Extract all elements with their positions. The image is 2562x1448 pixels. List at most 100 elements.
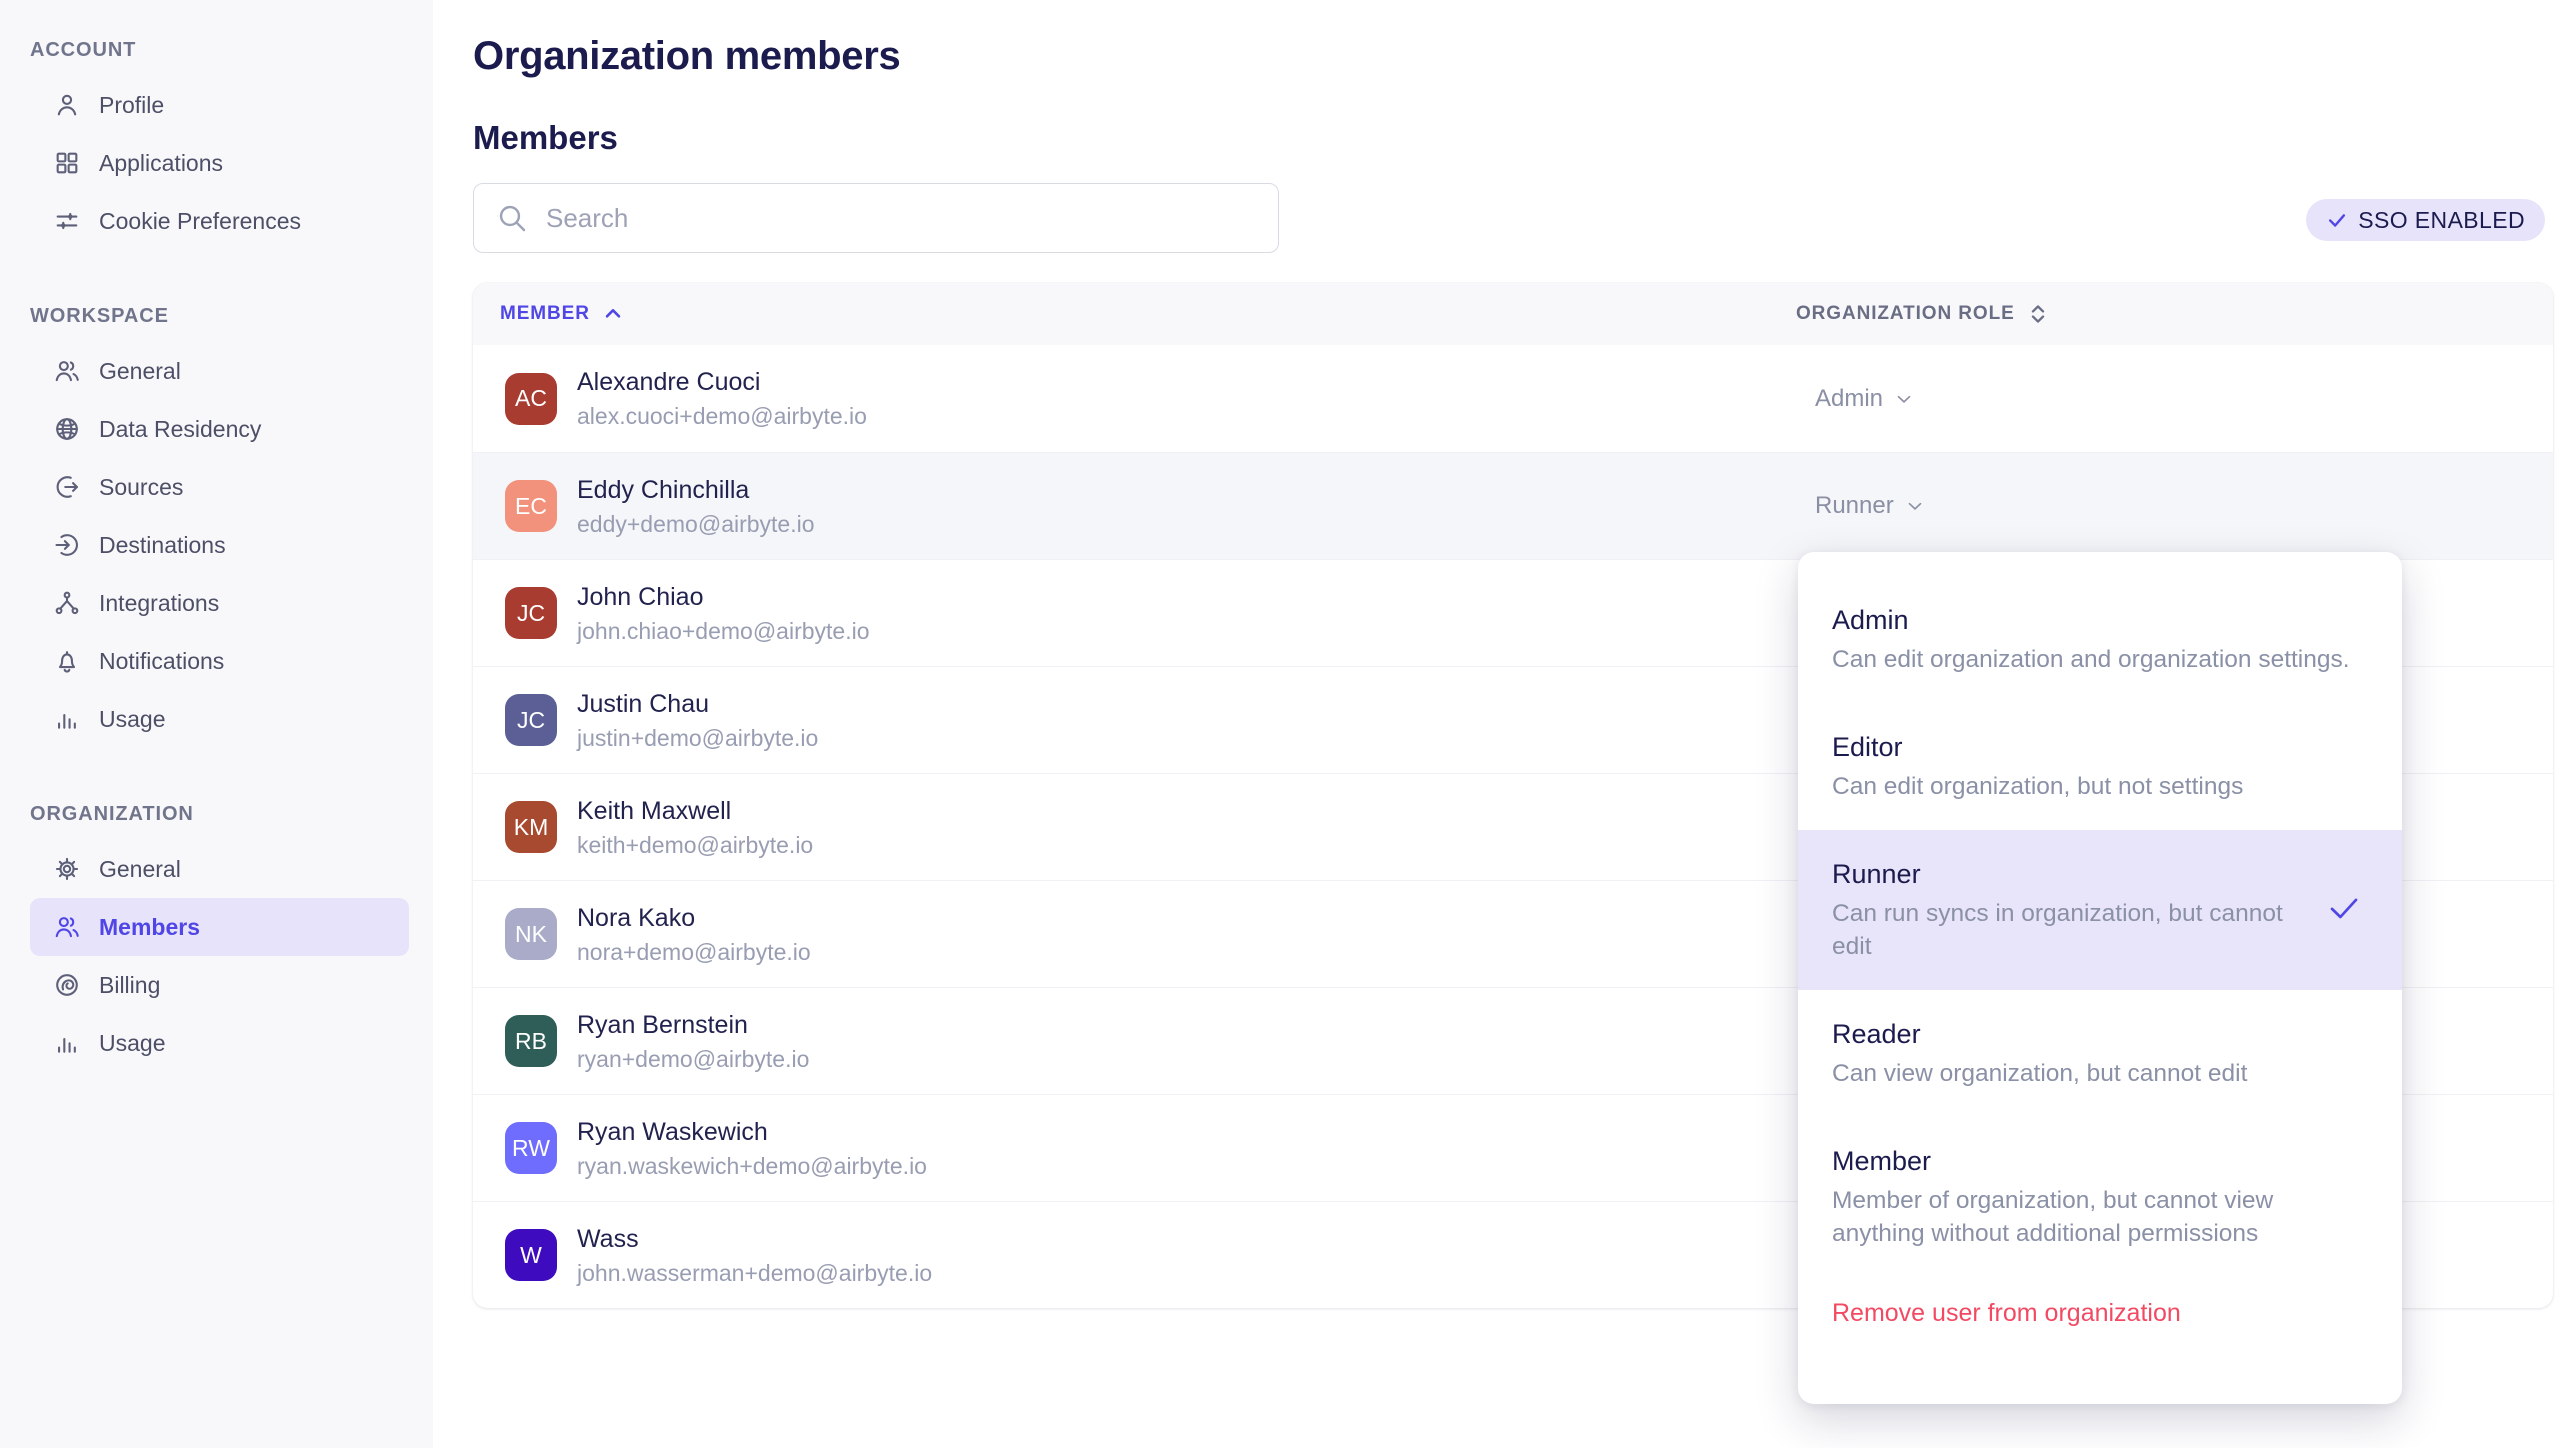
role-value: Admin <box>1815 385 1883 413</box>
member-name: Ryan Waskewich <box>577 1117 927 1147</box>
sidebar-item-label: Cookie Preferences <box>99 208 301 235</box>
arrow-out-circle-icon <box>52 472 82 502</box>
member-identity: Wassjohn.wasserman+demo@airbyte.io <box>577 1224 932 1287</box>
sidebar-item-label: Notifications <box>99 648 224 675</box>
page-title: Organization members <box>473 32 900 80</box>
sidebar-item-account-applications[interactable]: Applications <box>30 134 409 192</box>
users-icon <box>52 356 82 386</box>
sidebar-section-header: ORGANIZATION <box>30 800 433 828</box>
member-identity: John Chiao john.chiao+demo@airbyte.io <box>577 582 870 645</box>
member-email: nora+demo@airbyte.io <box>577 938 811 966</box>
sidebar-item-label: Applications <box>99 150 223 177</box>
chevron-down-icon <box>1893 388 1915 410</box>
settings-page: ACCOUNT Profile Applications Cookie Prefere… <box>0 0 2562 1448</box>
sidebar-item-workspace-data-residency[interactable]: Data Residency <box>30 400 409 458</box>
sidebar-section-header: WORKSPACE <box>30 302 433 330</box>
sidebar-item-account-profile[interactable]: Profile <box>30 76 409 134</box>
main-content: Organization members Members SSO ENABLED… <box>433 0 2562 1448</box>
member-identity: Justin Chaujustin+demo@airbyte.io <box>577 689 818 752</box>
role-option-title: Member <box>1832 1144 2352 1178</box>
member-identity: Ryan Waskewich ryan.waskewich+demo@airbyt… <box>577 1117 927 1180</box>
avatar: EC <box>505 480 557 532</box>
member-cell: NKNora Kakonora+demo@airbyte.io <box>473 903 1796 966</box>
member-cell: RW Ryan Waskewich ryan.waskewich+demo@airb… <box>473 1117 1796 1180</box>
role-value: Runner <box>1815 492 1894 520</box>
column-label: ORGANIZATION ROLE <box>1796 303 2015 325</box>
role-option-editor[interactable]: EditorCan edit organization, but not set… <box>1798 703 2402 830</box>
remove-user-button[interactable]: Remove user from organization <box>1798 1277 2402 1350</box>
member-email: ryan+demo@airbyte.io <box>577 1045 809 1073</box>
sidebar-section-header: ACCOUNT <box>30 36 433 64</box>
bars-icon <box>52 704 82 734</box>
bell-icon <box>52 646 82 676</box>
sso-badge-label: SSO ENABLED <box>2358 207 2525 234</box>
role-select[interactable]: Runner <box>1815 492 1926 520</box>
role-option-title: Editor <box>1832 730 2243 764</box>
sort-ascending-icon <box>602 303 624 325</box>
gear-icon <box>52 854 82 884</box>
sidebar-item-organization-members[interactable]: Members <box>30 898 409 956</box>
sidebar-item-account-cookie-preferences[interactable]: Cookie Preferences <box>30 192 409 250</box>
grid-icon <box>52 148 82 178</box>
sidebar-item-organization-general[interactable]: General <box>30 840 409 898</box>
role-select[interactable]: Admin <box>1815 385 1915 413</box>
member-cell: JCJohn Chiaojohn.chiao+demo@airbyte.io <box>473 582 1796 645</box>
sidebar-item-label: Sources <box>99 474 183 501</box>
avatar: RW <box>505 1122 557 1174</box>
avatar: W <box>505 1229 557 1281</box>
member-name: Alexandre Cuoci <box>577 367 867 397</box>
role-option-admin[interactable]: Admin Can edit organization and organizat… <box>1798 576 2402 703</box>
member-email: eddy+demo@airbyte.io <box>577 510 815 538</box>
sidebar-item-workspace-general[interactable]: General <box>30 342 409 400</box>
octopus-icon <box>52 970 82 1000</box>
member-row: ECEddy Chinchillaeddy+demo@airbyte.io Run… <box>473 452 2553 559</box>
sidebar-item-workspace-notifications[interactable]: Notifications <box>30 632 409 690</box>
chevron-down-icon <box>1904 495 1926 517</box>
role-option-reader[interactable]: Reader Can view organization, but cannot … <box>1798 990 2402 1117</box>
sidebar-item-workspace-destinations[interactable]: Destinations <box>30 516 409 574</box>
column-header-member[interactable]: MEMBER <box>473 303 1796 325</box>
sidebar-item-label: General <box>99 856 181 883</box>
role-option-text: MemberMember of organization, but cannot… <box>1832 1144 2352 1250</box>
role-option-description: Can view organization, but cannot edit <box>1832 1057 2247 1090</box>
selected-check-icon <box>2326 890 2362 931</box>
nodes-icon <box>52 588 82 618</box>
sidebar-item-organization-billing[interactable]: Billing <box>30 956 409 1014</box>
search-input[interactable] <box>544 202 1256 235</box>
sliders-icon <box>52 206 82 236</box>
user-icon <box>52 90 82 120</box>
role-option-title: Runner <box>1832 857 2287 891</box>
avatar: RB <box>505 1015 557 1067</box>
role-option-member[interactable]: MemberMember of organization, but cannot… <box>1798 1117 2402 1277</box>
member-name: John Chiao <box>577 582 870 612</box>
member-cell: RBRyan Bernsteinryan+demo@airbyte.io <box>473 1010 1796 1073</box>
avatar: AC <box>505 373 557 425</box>
sidebar-item-label: General <box>99 358 181 385</box>
member-cell: JCJustin Chaujustin+demo@airbyte.io <box>473 689 1796 752</box>
check-icon <box>2326 209 2348 231</box>
sidebar-item-workspace-integrations[interactable]: Integrations <box>30 574 409 632</box>
role-cell: Admin <box>1796 385 2553 413</box>
role-cell: Runner <box>1796 492 2553 520</box>
sidebar-item-label: Profile <box>99 92 164 119</box>
sidebar-item-workspace-usage[interactable]: Usage <box>30 690 409 748</box>
member-cell: AC Alexandre Cuocialex.cuoci+demo@airbyte… <box>473 367 1796 430</box>
column-header-role[interactable]: ORGANIZATION ROLE <box>1796 303 2049 325</box>
member-identity: Alexandre Cuocialex.cuoci+demo@airbyte.i… <box>577 367 867 430</box>
role-option-description: Can edit organization and organization s… <box>1832 643 2350 676</box>
role-option-runner[interactable]: RunnerCan run syncs in organization, but… <box>1798 830 2402 990</box>
sidebar-item-label: Members <box>99 914 200 941</box>
members-heading: Members <box>473 118 618 158</box>
sidebar-section-organization: ORGANIZATION General Members BillingUsage <box>0 800 433 1072</box>
search-icon <box>496 202 528 234</box>
sidebar-section-account: ACCOUNT Profile Applications Cookie Prefere… <box>0 36 433 250</box>
arrow-in-circle-icon <box>52 530 82 560</box>
role-option-title: Admin <box>1832 603 2350 637</box>
sidebar-item-organization-usage[interactable]: Usage <box>30 1014 409 1072</box>
member-email: john.chiao+demo@airbyte.io <box>577 617 870 645</box>
member-email: ryan.waskewich+demo@airbyte.io <box>577 1152 927 1180</box>
role-option-title: Reader <box>1832 1017 2247 1051</box>
sidebar-item-workspace-sources[interactable]: Sources <box>30 458 409 516</box>
member-row: AC Alexandre Cuocialex.cuoci+demo@airbyte… <box>473 345 2553 452</box>
member-cell: ECEddy Chinchillaeddy+demo@airbyte.io <box>473 475 1796 538</box>
